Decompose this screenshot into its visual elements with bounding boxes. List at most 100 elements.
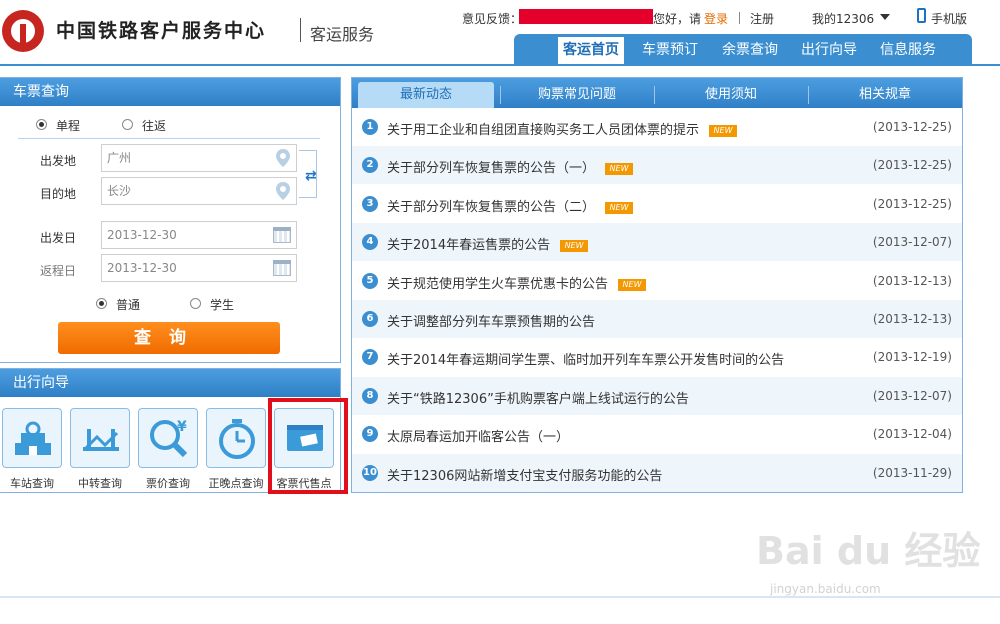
- from-station-field[interactable]: 广州: [101, 144, 297, 172]
- station-query-tile[interactable]: [2, 408, 62, 468]
- from-station-value: 广州: [107, 151, 132, 165]
- highlight-box: [268, 398, 348, 494]
- news-row[interactable]: 7 关于2014年春运期间学生票、临时加开列车车票公开发售时间的公告 (2013-1…: [352, 338, 962, 376]
- news-title-link[interactable]: 关于部分列车恢复售票的公告（一） NEW: [387, 157, 634, 177]
- to-station-value: 长沙: [107, 184, 132, 198]
- news-row[interactable]: 5 关于规范使用学生火车票优惠卡的公告 NEW (2013-12-13): [352, 262, 962, 300]
- news-row[interactable]: 3 关于部分列车恢复售票的公告（二） NEW (2013-12-25): [352, 185, 962, 223]
- tab-regulations[interactable]: 相关规章: [812, 82, 958, 108]
- new-badge: NEW: [560, 240, 589, 253]
- tab-divider: [500, 86, 501, 104]
- swap-stations-icon[interactable]: ⇄: [305, 168, 317, 184]
- return-date-label: 返程日: [40, 264, 77, 278]
- calendar-icon[interactable]: [273, 227, 291, 243]
- fare-query-tile[interactable]: ¥: [138, 408, 198, 468]
- feedback-link[interactable]: 意见反馈：: [462, 10, 522, 27]
- oneway-radio[interactable]: [36, 119, 47, 130]
- mobile-version-link[interactable]: 手机版: [931, 10, 967, 27]
- to-station-field[interactable]: 长沙: [101, 177, 297, 205]
- nav-travel-guide[interactable]: 出行向导: [796, 34, 862, 66]
- nav-booking[interactable]: 车票预订: [636, 34, 704, 66]
- tab-latest-news[interactable]: 最新动态: [358, 82, 494, 108]
- site-subtitle: 客运服务: [310, 25, 375, 44]
- news-title-link[interactable]: 关于“铁路12306”手机购票客户端上线试运行的公告: [387, 388, 689, 407]
- calendar-icon[interactable]: [273, 260, 291, 276]
- roundtrip-radio[interactable]: [122, 119, 133, 130]
- return-date-value: 2013-12-30: [107, 261, 177, 275]
- new-badge: NEW: [605, 201, 634, 214]
- nav-info-service[interactable]: 信息服务: [874, 34, 942, 66]
- tab-usage-notes[interactable]: 使用须知: [658, 82, 804, 108]
- query-button[interactable]: 查询: [58, 322, 280, 354]
- news-number-badge: 5: [362, 272, 378, 289]
- news-title-link[interactable]: 关于2014年春运售票的公告 NEW: [387, 234, 589, 253]
- news-number-badge: 9: [362, 426, 378, 443]
- news-row[interactable]: 8 关于“铁路12306”手机购票客户端上线试运行的公告 (2013-12-07): [352, 376, 962, 415]
- news-title-link[interactable]: 太原局春运加开临客公告（一）: [387, 426, 569, 445]
- fare-search-icon: ¥: [150, 419, 188, 458]
- tab-faq[interactable]: 购票常见问题: [504, 82, 650, 108]
- nav-underline: [0, 64, 1000, 66]
- news-title-link[interactable]: 关于12306网站新增支付宝支付服务功能的公告: [387, 465, 662, 484]
- chevron-down-icon[interactable]: [880, 14, 890, 20]
- news-row[interactable]: 1 关于用工企业和自组团直接购买务工人员团体票的提示 NEW (2013-12-25): [352, 108, 962, 146]
- tab-divider: [808, 86, 809, 104]
- depart-date-value: 2013-12-30: [107, 228, 177, 242]
- news-panel: 最新动态 购票常见问题 使用须知 相关规章 1 关于用工企业和自组团直接购买务工人…: [351, 77, 963, 493]
- adult-ticket-label: 普通: [116, 298, 141, 312]
- news-title-link[interactable]: 关于调整部分列车车票预售期的公告: [387, 311, 595, 330]
- railway-logo-icon[interactable]: [2, 10, 44, 52]
- news-title: 关于部分列车恢复售票的公告（二）: [387, 199, 596, 215]
- student-ticket-radio[interactable]: [190, 298, 201, 309]
- news-tabs: 最新动态 购票常见问题 使用须知 相关规章: [352, 78, 962, 108]
- transfer-icon: [83, 429, 119, 451]
- depart-date-field[interactable]: 2013-12-30: [101, 221, 297, 249]
- news-number-badge: 4: [362, 234, 378, 251]
- new-badge: NEW: [709, 125, 738, 137]
- redacted-text: [519, 9, 653, 24]
- train-delay-query-tile[interactable]: [206, 408, 266, 468]
- return-date-field[interactable]: 2013-12-30: [101, 254, 297, 282]
- news-number-badge: 7: [362, 349, 378, 366]
- news-title-link[interactable]: 关于部分列车恢复售票的公告（二） NEW: [387, 196, 634, 215]
- nav-remaining-tickets[interactable]: 余票查询: [716, 34, 784, 66]
- news-title: 关于12306网站新增支付宝支付服务功能的公告: [387, 468, 663, 484]
- news-row[interactable]: 10 关于12306网站新增支付宝支付服务功能的公告 (2013-11-29): [352, 453, 962, 492]
- news-number-badge: 3: [362, 195, 378, 212]
- news-title-link[interactable]: 关于规范使用学生火车票优惠卡的公告 NEW: [387, 273, 647, 292]
- my12306-menu[interactable]: 我的12306: [812, 10, 874, 27]
- header-divider: [739, 12, 740, 24]
- adult-ticket-radio[interactable]: [96, 298, 107, 309]
- news-number-badge: 1: [362, 119, 378, 135]
- news-row[interactable]: 4 关于2014年春运售票的公告 NEW (2013-12-07): [352, 223, 962, 262]
- login-link[interactable]: 登录: [704, 10, 728, 27]
- station-icon: [15, 421, 51, 455]
- travel-guide-title: 出行向导: [0, 369, 340, 397]
- tab-divider: [654, 86, 655, 104]
- news-title-link[interactable]: 关于2014年春运期间学生票、临时加开列车车票公开发售时间的公告: [387, 349, 784, 368]
- news-row[interactable]: 2 关于部分列车恢复售票的公告（一） NEW (2013-12-25): [352, 146, 962, 185]
- ticket-query-panel: 车票查询: [0, 77, 341, 363]
- news-title-link[interactable]: 关于用工企业和自组团直接购买务工人员团体票的提示 NEW: [387, 119, 738, 138]
- transfer-query-tile[interactable]: [70, 408, 130, 468]
- location-pin-icon[interactable]: [276, 149, 290, 167]
- news-row[interactable]: 9 太原局春运加开临客公告（一） (2013-12-04): [352, 415, 962, 453]
- register-link[interactable]: 注册: [750, 10, 774, 27]
- nav-home[interactable]: 客运首页: [558, 34, 624, 66]
- mobile-phone-icon[interactable]: [917, 8, 926, 23]
- baidu-watermark: Bai du 经验: [756, 529, 981, 573]
- new-badge: NEW: [605, 163, 634, 176]
- main-nav: 客运首页 车票预订 余票查询 出行向导 信息服务: [514, 34, 972, 66]
- train-delay-query-label: 正晚点查询: [208, 477, 264, 490]
- news-number-badge: 8: [362, 387, 378, 404]
- station-query-label: 车站查询: [10, 477, 54, 490]
- svg-text:¥: ¥: [177, 419, 187, 435]
- oneway-label: 单程: [56, 119, 81, 133]
- clock-icon: [219, 419, 255, 459]
- news-date: (2013-12-07): [872, 388, 952, 403]
- news-row[interactable]: 6 关于调整部分列车车票预售期的公告 (2013-12-13): [352, 300, 962, 338]
- site-title: 中国铁路客户服务中心: [56, 20, 267, 42]
- news-title: 关于部分列车恢复售票的公告（一）: [387, 161, 596, 177]
- location-pin-icon[interactable]: [276, 182, 290, 200]
- site-header: 中国铁路客户服务中心 客运服务 意见反馈： 您好，请 登录 注册 我的12306…: [0, 0, 1000, 66]
